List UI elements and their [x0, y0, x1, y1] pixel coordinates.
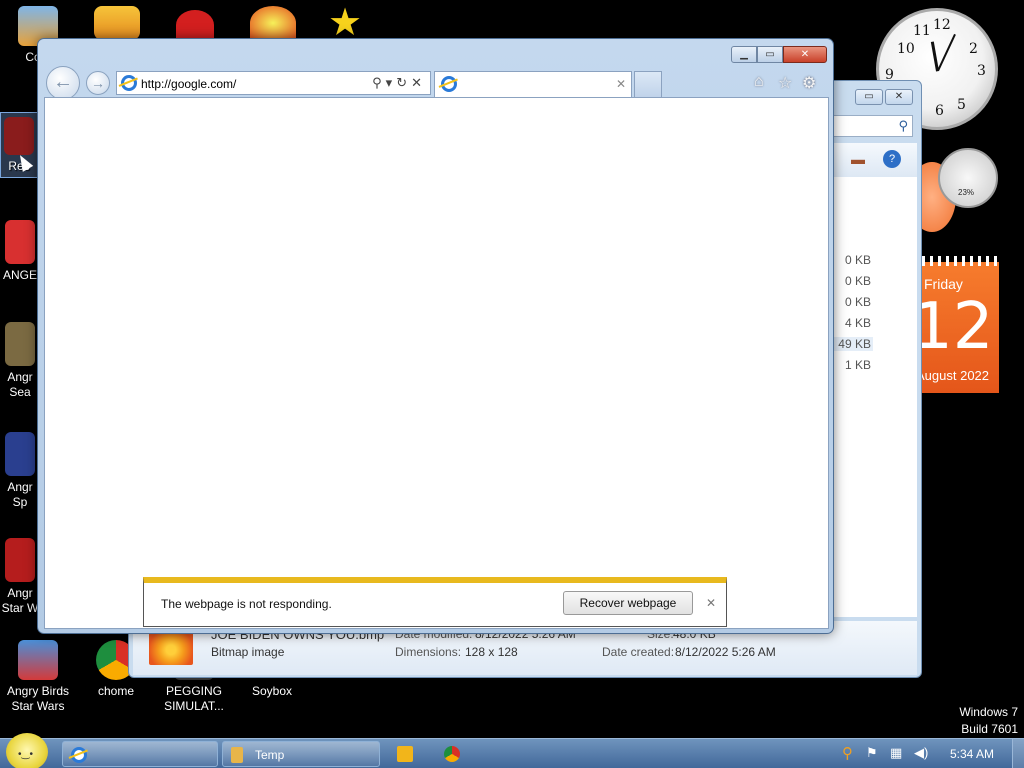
ie-caption-buttons: ▁ ▭ ✕	[731, 46, 827, 63]
address-bar[interactable]: http://google.com/ ⚲▾↻✕	[116, 71, 431, 95]
forward-button[interactable]: →	[86, 71, 110, 95]
taskbar-item-ie[interactable]	[62, 741, 218, 767]
calendar-date: 12	[912, 290, 994, 364]
details-date-created-label: Date created:	[602, 645, 675, 659]
angry-birds-star-wars-icon	[18, 640, 58, 680]
close-tab-icon[interactable]: ✕	[616, 77, 626, 91]
address-url[interactable]: http://google.com/	[141, 77, 236, 91]
new-tab-button[interactable]	[634, 71, 662, 97]
clock-numeral: 2	[969, 41, 978, 57]
windows-build-watermark: Windows 7 Build 7601	[959, 704, 1018, 738]
maximize-button[interactable]: ▭	[757, 46, 783, 63]
recover-webpage-button[interactable]: Recover webpage	[563, 591, 693, 615]
desktop-icon-angry-birds-star-wars[interactable]: Angry Birds Star Wars	[0, 640, 76, 714]
desktop-icon-recycle-bin[interactable]: Rec	[0, 112, 38, 178]
clock-numeral: 5	[957, 97, 966, 113]
ie-page-icon	[121, 75, 137, 91]
desktop-icon-angry-birds-space[interactable]: Angr Sp	[0, 432, 40, 510]
taskbar-clock[interactable]: 5:34 AM	[950, 747, 994, 761]
clock-minute-hand	[937, 33, 956, 71]
address-tools: ⚲▾↻✕	[372, 75, 426, 91]
search-tray-icon[interactable]: ⚲	[842, 744, 853, 762]
ie-icon	[71, 747, 87, 763]
show-desktop-button[interactable]	[1012, 739, 1024, 768]
star-icon[interactable]: ★	[328, 4, 362, 42]
taskbar-item-label: Temp	[255, 748, 285, 762]
angry-birds-seasons-icon	[5, 322, 35, 366]
volume-icon[interactable]: ◀)	[914, 745, 928, 761]
settings-gear-icon[interactable]: ⚙	[802, 73, 816, 93]
help-icon[interactable]: ?	[883, 150, 901, 168]
back-button[interactable]: ←	[46, 66, 80, 100]
close-notification-icon[interactable]: ✕	[706, 596, 716, 610]
network-icon[interactable]: ▦	[890, 745, 902, 761]
desktop-icon-label: Angry Birds Star Wars	[6, 684, 70, 713]
watermark-line1: Windows 7	[959, 705, 1018, 719]
dropdown-icon[interactable]: ▾	[386, 75, 397, 90]
clock-numeral: 11	[913, 23, 931, 39]
desktop-icon-label: chome	[97, 684, 135, 698]
notification-message: The webpage is not responding.	[161, 597, 332, 611]
calendar-month: August 2022	[916, 368, 990, 383]
flag-icon[interactable]: ⚑	[866, 745, 878, 761]
angry-birds-star-wars-ii-icon	[5, 538, 35, 582]
not-responding-notification: The webpage is not responding. Recover w…	[143, 577, 727, 627]
smiley-icon: •‿•	[18, 749, 34, 760]
media-player-icon[interactable]	[397, 746, 413, 762]
desktop-icon-label: Angr Star W	[1, 586, 39, 615]
clock-numeral: 12	[933, 17, 951, 33]
close-button[interactable]: ✕	[783, 46, 827, 63]
desktop-icon-label: Angr Sea	[7, 370, 33, 399]
desktop-icon-red-app[interactable]	[176, 10, 214, 40]
desktop-icon-label: Angr Sp	[7, 480, 33, 509]
calendar-gadget[interactable]: Friday 12 August 2022	[912, 256, 999, 393]
explorer-maximize-button[interactable]: ▭	[855, 89, 883, 105]
details-date-created: 8/12/2022 5:26 AM	[675, 645, 776, 659]
browser-tab[interactable]: ✕	[434, 71, 632, 97]
library-icon[interactable]: ▬	[851, 151, 865, 167]
minimize-button[interactable]: ▁	[731, 46, 757, 63]
stop-icon[interactable]: ✕	[411, 75, 426, 90]
start-button[interactable]: •‿•	[6, 733, 48, 768]
clock-numeral: 6	[935, 103, 944, 119]
refresh-icon[interactable]: ↻	[396, 75, 411, 90]
page-content[interactable]	[44, 97, 829, 629]
clock-numeral: 3	[977, 63, 986, 79]
desktop-icon-bad-piggies[interactable]	[94, 6, 140, 40]
desktop-icon-angry-birds[interactable]: ANGE	[0, 220, 40, 283]
details-dimensions-label: Dimensions:	[395, 645, 462, 659]
recycle-bin-icon	[4, 117, 34, 155]
clock-numeral: 10	[897, 41, 915, 57]
details-type: Bitmap image	[211, 645, 285, 659]
desktop-icon-angry-birds-seasons[interactable]: Angr Sea	[0, 322, 40, 400]
desktop-icon-angry-birds-star-wars-2[interactable]: Angr Star W	[0, 538, 40, 616]
meter-percent: 23%	[958, 188, 975, 197]
angry-birds-icon	[5, 220, 35, 264]
desktop-icon-label: Soybox	[251, 684, 293, 698]
calendar-rings	[922, 256, 997, 266]
details-dimensions: 128 x 128	[465, 645, 518, 659]
taskbar-item-temp[interactable]: Temp	[222, 741, 380, 767]
memory-meter-gadget[interactable]: 23%	[938, 148, 998, 208]
desktop-icon-label: PEGGING SIMULAT...	[164, 684, 224, 713]
search-icon[interactable]: ⚲	[372, 75, 386, 90]
ie-tab-icon	[441, 76, 457, 92]
angry-birds-space-icon	[5, 432, 35, 476]
folder-icon	[231, 747, 243, 763]
favorites-star-icon[interactable]: ☆	[778, 73, 792, 93]
watermark-line2: Build 7601	[961, 722, 1018, 736]
taskbar: •‿• Temp ⚲ ⚑ ▦ ◀) 5:34 AM	[0, 733, 1024, 768]
search-icon: ⚲	[898, 118, 908, 133]
explorer-caption-buttons: ▭ ✕	[855, 89, 913, 105]
ie-window[interactable]: ▁ ▭ ✕ ← → http://google.com/ ⚲▾↻✕ ✕ ⌂ ☆ …	[37, 38, 834, 634]
home-icon[interactable]: ⌂	[754, 73, 764, 91]
desktop-icon-d-app[interactable]	[250, 6, 296, 40]
explorer-close-button[interactable]: ✕	[885, 89, 913, 105]
chrome-taskbar-icon[interactable]	[444, 746, 460, 762]
desktop-icon-label: ANGE	[2, 268, 37, 282]
